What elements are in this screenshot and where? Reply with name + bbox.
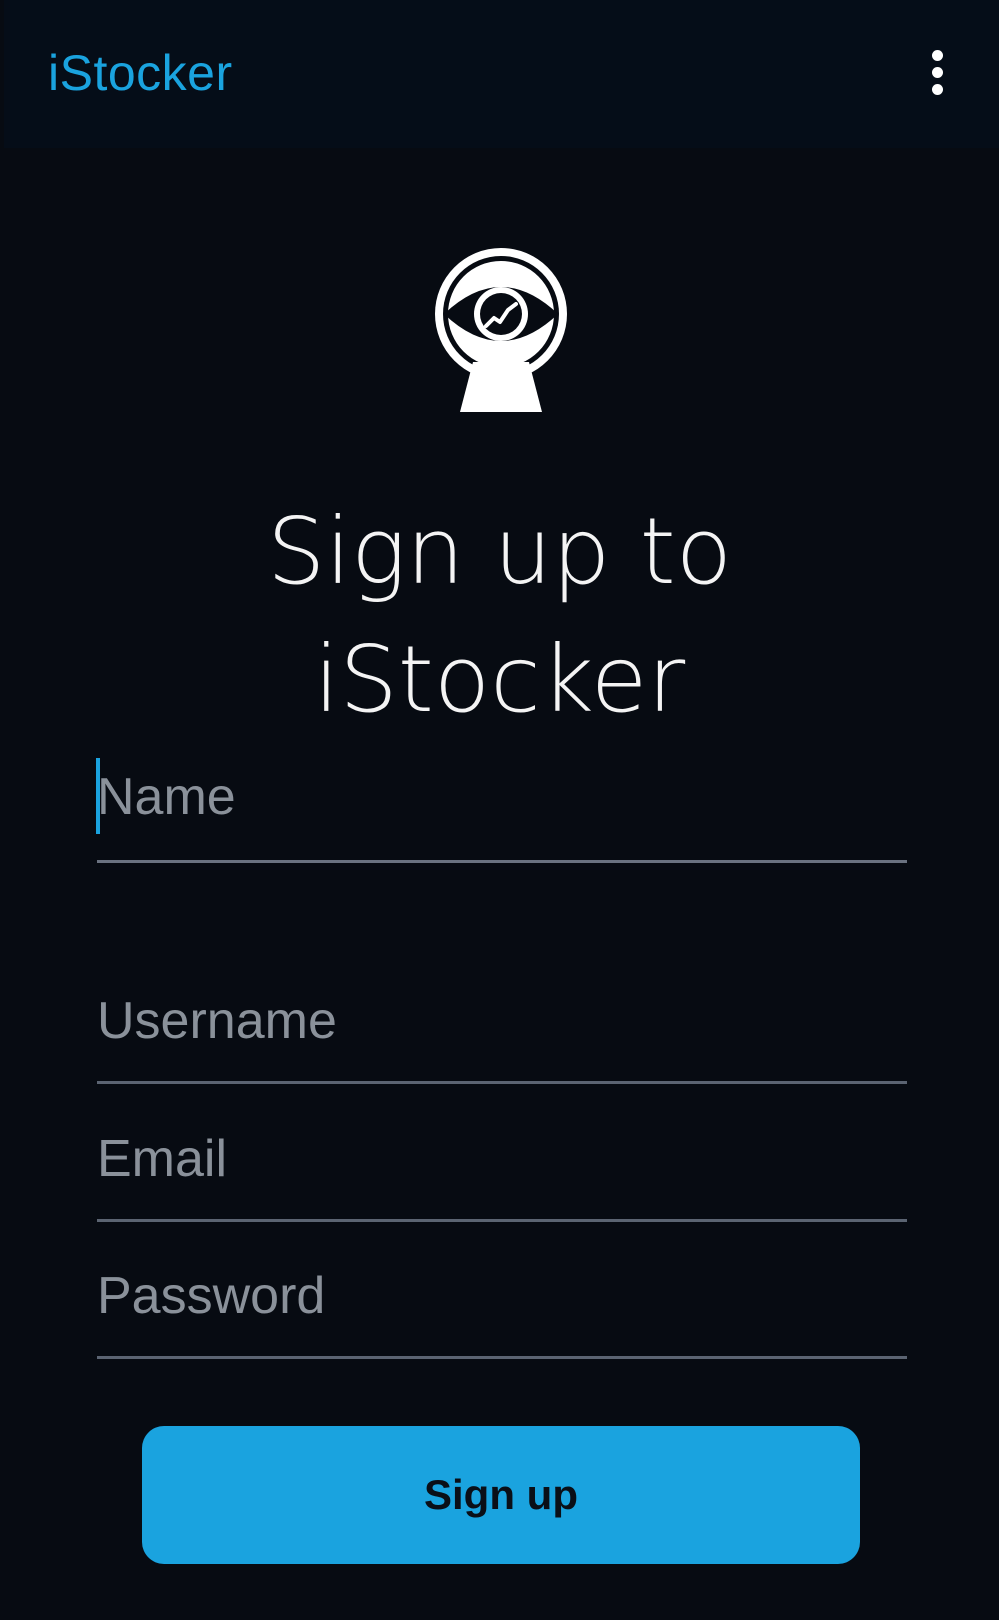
username-field: [97, 986, 907, 1084]
more-vertical-icon: [931, 47, 943, 98]
sign-up-button[interactable]: Sign up: [142, 1426, 860, 1564]
app-title: iStocker: [48, 45, 233, 101]
eye-logo-icon: [428, 244, 574, 414]
email-field: [97, 1124, 907, 1222]
password-input[interactable]: [97, 1261, 907, 1331]
email-input[interactable]: [97, 1124, 907, 1194]
username-input[interactable]: [97, 986, 907, 1056]
heading-line-2: iStocker: [313, 626, 686, 733]
name-field: [96, 758, 907, 863]
name-input[interactable]: [97, 762, 907, 832]
overflow-menu-button[interactable]: [912, 40, 962, 104]
text-cursor: [96, 758, 100, 834]
heading-line-1: Sign up to: [266, 498, 733, 605]
password-field: [97, 1261, 907, 1359]
app-bar: iStocker: [4, 0, 999, 148]
page-heading: Sign up to iStocker: [0, 488, 999, 744]
